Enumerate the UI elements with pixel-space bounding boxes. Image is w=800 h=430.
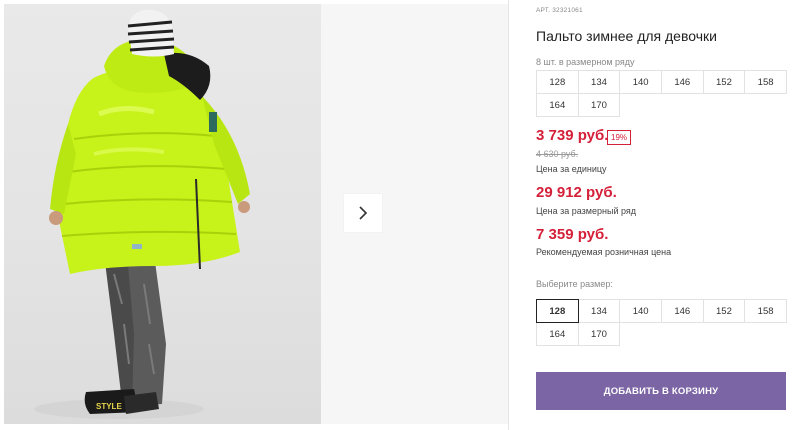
size-option[interactable]: 140 bbox=[619, 299, 662, 323]
size-option-selected[interactable]: 128 bbox=[536, 299, 579, 323]
product-gallery: STYLE bbox=[0, 0, 508, 430]
product-photo[interactable]: STYLE bbox=[4, 4, 321, 424]
size-option[interactable]: 152 bbox=[702, 299, 746, 323]
coat-illustration: STYLE bbox=[34, 9, 250, 419]
pack-price: 29 912 руб. bbox=[536, 184, 617, 201]
size-option[interactable]: 158 bbox=[744, 299, 787, 323]
size-option[interactable]: 170 bbox=[577, 322, 621, 346]
pack-size-cell: 164 bbox=[536, 93, 579, 117]
size-select-label: Выберите размер: bbox=[536, 279, 613, 289]
rrp-caption: Рекомендуемая розничная цена bbox=[536, 247, 672, 257]
pack-price-caption: Цена за размерный ряд bbox=[536, 206, 637, 216]
sku: АРТ. 32321061 bbox=[536, 7, 583, 14]
current-price: 3 739 руб. bbox=[536, 127, 609, 144]
svg-text:STYLE: STYLE bbox=[96, 402, 122, 411]
pack-size-cell: 158 bbox=[744, 70, 787, 94]
pack-size-cell: 128 bbox=[536, 70, 579, 94]
unit-price-caption: Цена за единицу bbox=[536, 164, 607, 174]
rrp-price: 7 359 руб. bbox=[536, 226, 609, 243]
pack-size-cell: 170 bbox=[577, 93, 621, 117]
pack-size-cell: 146 bbox=[660, 70, 704, 94]
discount-badge: 19% bbox=[607, 130, 632, 145]
pack-label: 8 шт. в размерном ряду bbox=[536, 57, 635, 67]
gallery-next-button[interactable] bbox=[344, 194, 382, 232]
column-divider bbox=[508, 0, 509, 430]
product-title: Пальто зимнее для девочки bbox=[536, 28, 717, 44]
size-option[interactable]: 134 bbox=[577, 299, 621, 323]
pack-size-cell: 134 bbox=[577, 70, 621, 94]
add-to-cart-button[interactable]: ДОБАВИТЬ В КОРЗИНУ bbox=[536, 372, 786, 410]
old-price: 4 630 руб. bbox=[536, 149, 579, 159]
pack-size-cell: 152 bbox=[702, 70, 746, 94]
product-info: АРТ. 32321061 Пальто зимнее для девочки … bbox=[536, 0, 792, 430]
pack-size-cell: 140 bbox=[619, 70, 662, 94]
chevron-right-icon bbox=[359, 206, 368, 220]
size-option[interactable]: 164 bbox=[536, 322, 579, 346]
size-option[interactable]: 146 bbox=[660, 299, 704, 323]
pack-size-grid: 128 134 140 146 152 158 164 170 bbox=[536, 70, 792, 117]
size-picker: 128 134 140 146 152 158 164 170 bbox=[536, 299, 792, 346]
